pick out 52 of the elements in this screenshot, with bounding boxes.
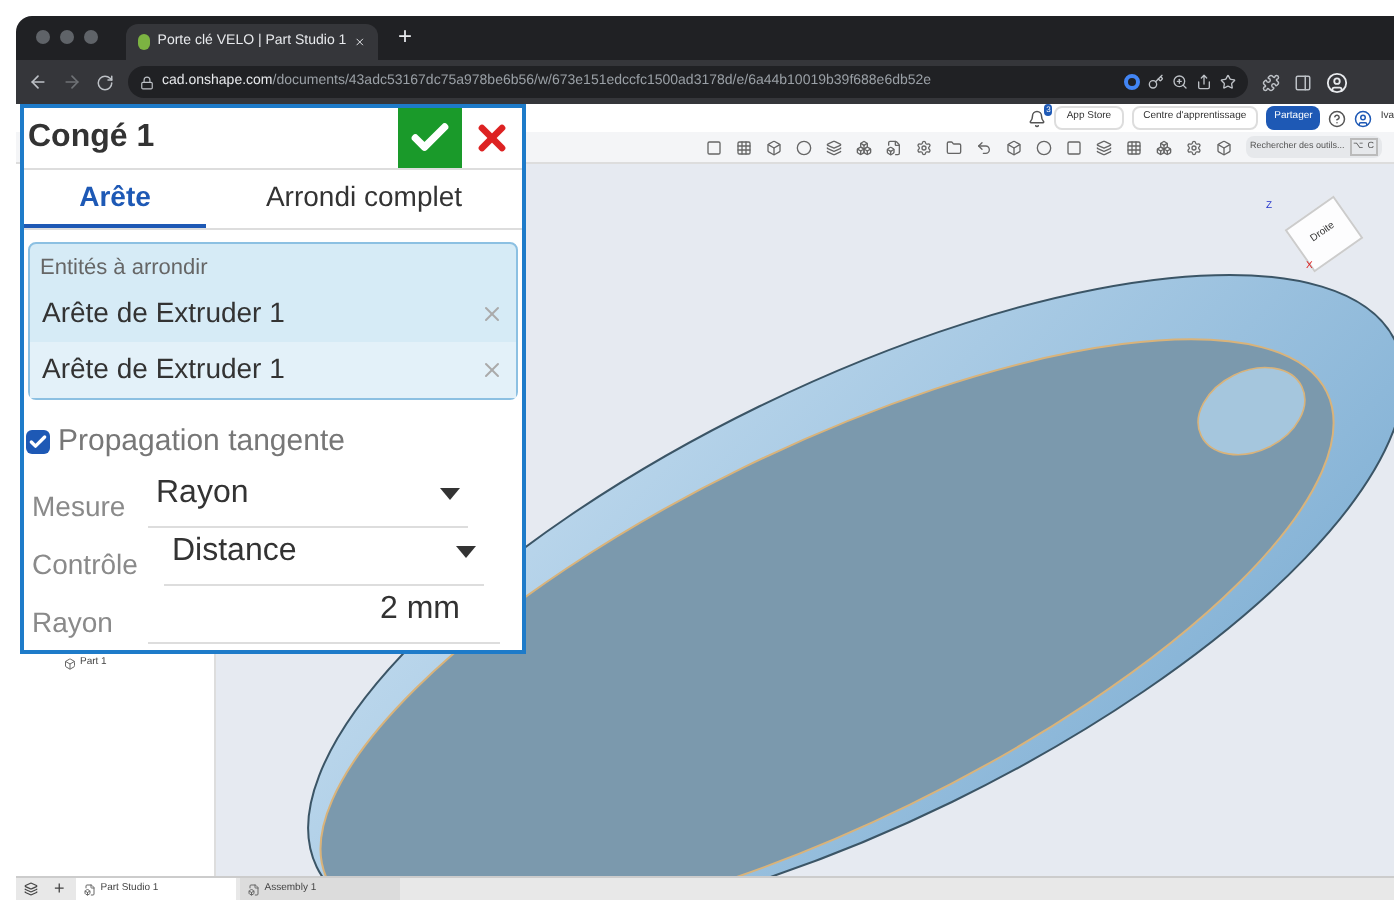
new-tab-button[interactable]: + bbox=[398, 18, 413, 54]
document-icon bbox=[248, 883, 261, 895]
toolbar-tool-icon[interactable] bbox=[1006, 139, 1022, 155]
dialog-tab[interactable]: Arête bbox=[24, 170, 206, 228]
part-icon bbox=[64, 657, 76, 670]
caret-icon bbox=[440, 488, 460, 500]
caret-icon bbox=[456, 546, 476, 558]
add-tab-button[interactable]: + bbox=[46, 875, 73, 900]
bookmark-star-icon[interactable] bbox=[1220, 74, 1236, 90]
field-label: Rayon bbox=[32, 604, 115, 642]
selection-list[interactable]: Entités à arrondir Arête de Extruder 1 Arête de Extruder 1 bbox=[28, 242, 518, 399]
profile-icon[interactable] bbox=[1326, 71, 1348, 93]
toolbar-tool-icon[interactable] bbox=[1096, 139, 1112, 155]
user-avatar-icon[interactable] bbox=[1354, 109, 1373, 127]
share-icon[interactable] bbox=[1196, 74, 1212, 90]
toolbar-tool-icon[interactable] bbox=[1126, 139, 1142, 155]
confirm-button[interactable] bbox=[398, 108, 462, 168]
select-field[interactable]: Distance bbox=[164, 528, 484, 586]
field-label: Mesure bbox=[32, 488, 128, 526]
toolbar-tool-icon[interactable] bbox=[706, 139, 722, 155]
checkbox[interactable] bbox=[26, 429, 50, 454]
extensions-icon[interactable] bbox=[1262, 73, 1280, 91]
toolbar-tool-icon[interactable] bbox=[766, 139, 782, 155]
zoom-icon[interactable] bbox=[1172, 74, 1188, 90]
site-logo-icon bbox=[138, 34, 150, 50]
toolbar-tool-icon[interactable] bbox=[796, 139, 812, 155]
toolbar-tool-icon[interactable] bbox=[1156, 139, 1172, 155]
toolbar-tool-icon[interactable] bbox=[1186, 139, 1202, 155]
select-field[interactable]: Rayon bbox=[148, 470, 468, 528]
input-field[interactable]: 2 mm bbox=[148, 586, 500, 644]
toolbar-tool-icon[interactable] bbox=[946, 139, 962, 155]
toolbar-tool-icon[interactable] bbox=[976, 139, 992, 155]
close-icon[interactable] bbox=[354, 34, 366, 50]
toolbar-tool-icon[interactable] bbox=[916, 139, 932, 155]
side-panel-icon[interactable] bbox=[1294, 73, 1312, 91]
key-icon[interactable] bbox=[1148, 74, 1164, 90]
tab-list-icon[interactable] bbox=[24, 882, 38, 896]
toolbar-tool-icon[interactable] bbox=[736, 139, 752, 155]
back-icon[interactable] bbox=[28, 72, 48, 92]
notification-bell-icon[interactable] bbox=[1028, 109, 1047, 127]
toolbar-tool-icon[interactable] bbox=[826, 139, 842, 155]
toolbar-tool-icon[interactable] bbox=[886, 139, 902, 155]
toolbar-tool-icon[interactable] bbox=[856, 139, 872, 155]
dialog-title: Congé 1 bbox=[26, 118, 157, 158]
toolbar-tool-icon[interactable] bbox=[1216, 139, 1232, 155]
document-icon bbox=[84, 883, 97, 895]
field-label: Contrôle bbox=[32, 546, 140, 584]
selection-label: Entités à arrondir bbox=[38, 254, 210, 284]
forward-icon[interactable] bbox=[62, 72, 82, 92]
help-icon[interactable] bbox=[1328, 109, 1347, 127]
reload-icon[interactable] bbox=[96, 73, 114, 91]
lock-icon bbox=[140, 75, 154, 89]
